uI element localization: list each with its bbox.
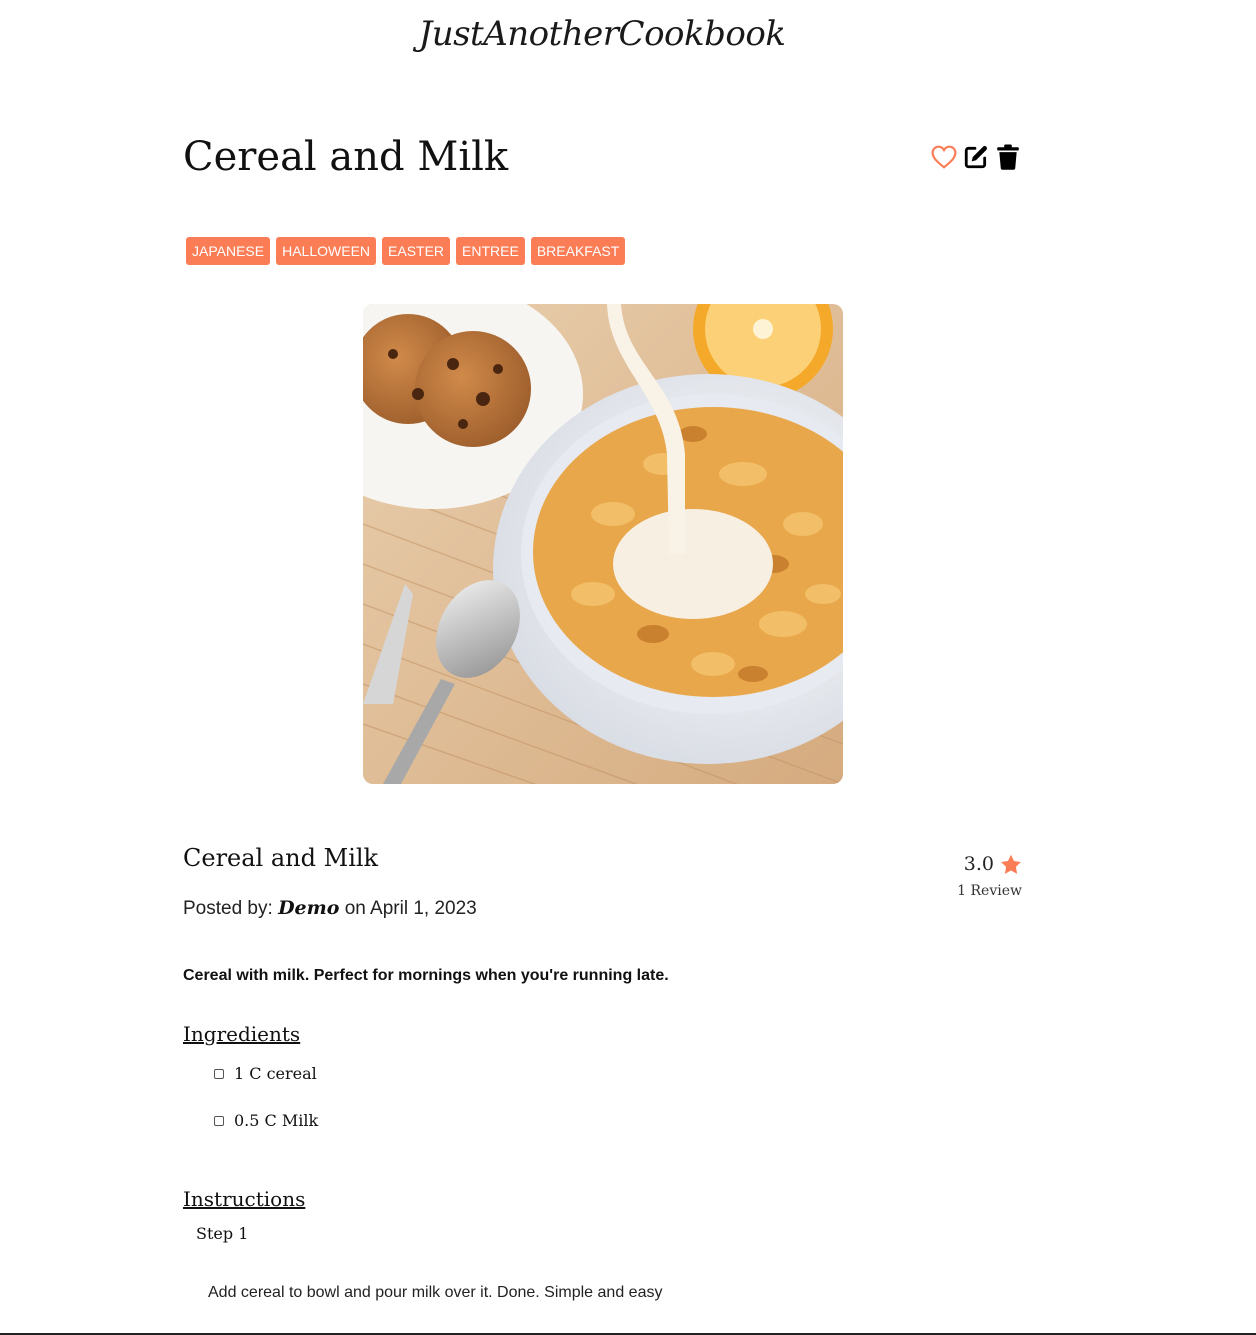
posted-info: Posted by: Demo on April 1, 2023 <box>183 897 477 920</box>
ingredient-item: 1 C cereal <box>214 1064 317 1083</box>
ingredients-heading: Ingredients <box>183 1022 301 1046</box>
favorite-button[interactable] <box>930 143 958 171</box>
rating-summary: 3.0 1 Review <box>940 853 1022 899</box>
step-text: Add cereal to bowl and pour milk over it… <box>208 1284 663 1301</box>
rating-value: 3.0 <box>963 853 994 875</box>
posted-date: on April 1, 2023 <box>344 898 477 919</box>
step-label: Step 1 <box>196 1224 249 1243</box>
heart-icon <box>931 145 957 169</box>
posted-label: Posted by: <box>183 898 273 919</box>
tag-list: JAPANESE HALLOWEEN EASTER ENTREE BREAKFA… <box>186 237 626 265</box>
recipe-actions <box>930 143 1022 171</box>
star-icon <box>1001 854 1021 874</box>
recipe-description: Cereal with milk. Perfect for mornings w… <box>183 967 669 984</box>
tag-halloween[interactable]: HALLOWEEN <box>276 237 377 265</box>
ingredient-checkbox[interactable] <box>214 1068 224 1079</box>
ingredient-label: 0.5 C Milk <box>234 1111 319 1130</box>
trash-icon <box>997 144 1019 170</box>
recipe-subtitle: Cereal and Milk <box>183 844 379 872</box>
recipe-image <box>363 304 843 784</box>
ingredient-item: 0.5 C Milk <box>214 1111 318 1130</box>
review-count[interactable]: 1 Review <box>940 883 1022 899</box>
site-logo[interactable]: JustAnotherCookbook <box>0 14 1204 54</box>
tag-entree[interactable]: ENTREE <box>456 237 525 265</box>
delete-button[interactable] <box>994 143 1022 171</box>
page-title: Cereal and Milk <box>183 134 509 180</box>
author-link[interactable]: Demo <box>278 897 339 919</box>
tag-japanese[interactable]: JAPANESE <box>186 237 271 265</box>
edit-icon <box>964 146 987 169</box>
tag-easter[interactable]: EASTER <box>382 237 451 265</box>
ingredient-label: 1 C cereal <box>234 1064 317 1083</box>
ingredient-checkbox[interactable] <box>214 1115 224 1126</box>
instructions-heading: Instructions <box>183 1187 306 1211</box>
tag-breakfast[interactable]: BREAKFAST <box>530 237 626 265</box>
edit-button[interactable] <box>962 143 990 171</box>
